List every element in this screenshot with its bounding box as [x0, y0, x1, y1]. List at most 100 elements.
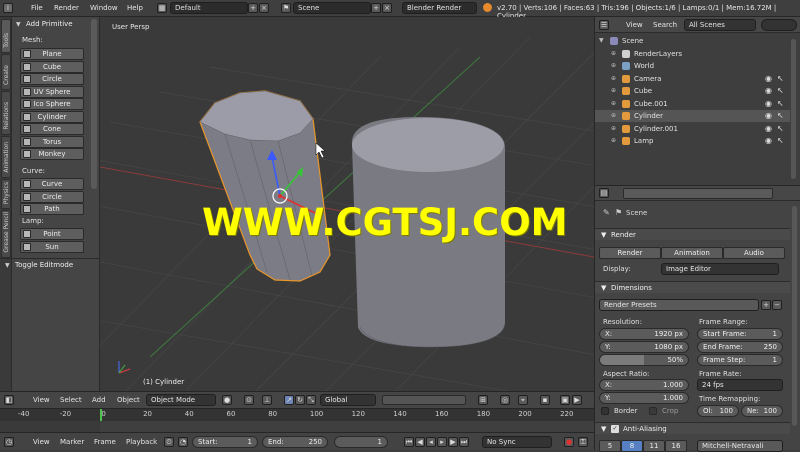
expand-toggle-icon[interactable]: ⊕ — [611, 125, 616, 132]
outliner-item-label[interactable]: Camera — [634, 75, 661, 83]
render-preview-icon[interactable]: ▣ — [560, 395, 570, 405]
render-button[interactable]: Render — [599, 247, 661, 259]
outliner-search-input[interactable] — [761, 19, 797, 31]
tab-animation[interactable]: Animation — [1, 136, 11, 178]
tab-grease-pencil[interactable]: Grease Pencil — [1, 210, 11, 258]
outliner-item-label[interactable]: Cube — [634, 87, 652, 95]
aspect-y-field[interactable]: Y: 1.000 — [599, 392, 689, 404]
resolution-percentage-slider[interactable]: 50% — [599, 354, 689, 366]
add-mesh-button[interactable]: UV Sphere — [20, 85, 84, 98]
tool-shelf-scrollbar[interactable] — [91, 19, 97, 189]
visibility-eye-icon[interactable]: ◉ — [765, 124, 772, 133]
outliner-item-label[interactable]: Cylinder.001 — [634, 125, 678, 133]
properties-scrollbar[interactable] — [792, 206, 797, 426]
outliner-display-mode-select[interactable]: All Scenes — [684, 19, 756, 31]
snap-icon[interactable]: ⌖ — [518, 395, 528, 405]
add-primitive-panel-title[interactable]: Add Primitive — [26, 20, 73, 28]
remove-scene-button[interactable]: × — [382, 3, 392, 13]
aa-sample-button[interactable]: 11 — [643, 440, 665, 452]
scene-field[interactable]: Scene — [293, 2, 371, 14]
add-scene-button[interactable]: + — [371, 3, 381, 13]
menu-help[interactable]: Help — [127, 4, 143, 12]
rotate-manipulator-icon[interactable]: ↻ — [295, 395, 305, 405]
selectability-cursor-icon[interactable]: ↖ — [777, 74, 784, 83]
aa-sample-button[interactable]: 5 — [599, 440, 621, 452]
keying-set-icon[interactable]: ⚿ — [578, 437, 588, 447]
translate-manipulator-icon[interactable]: ↗ — [284, 395, 294, 405]
outliner-row[interactable]: ⊕ Cylinder ◉ ↖ — [595, 110, 790, 122]
timeline-menu-view[interactable]: View — [33, 438, 50, 446]
outliner-row[interactable]: ⊕ Cylinder.001 ◉ ↖ — [595, 123, 790, 135]
frame-step-field[interactable]: Frame Step: 1 — [697, 354, 783, 366]
add-curve-button[interactable]: Curve — [20, 178, 84, 190]
expand-toggle-icon[interactable]: ⊕ — [611, 100, 616, 107]
display-select[interactable]: Image Editor — [661, 263, 779, 275]
expand-toggle-icon[interactable]: ▼ — [599, 37, 604, 44]
outliner-row[interactable]: ⊕ RenderLayers — [595, 48, 790, 60]
add-mesh-button[interactable]: Monkey — [20, 148, 84, 160]
timeline-editor-type-icon[interactable]: ◷ — [4, 437, 14, 447]
viewport-menu-view[interactable]: View — [33, 396, 50, 404]
menu-window[interactable]: Window — [90, 4, 118, 12]
frame-rate-select[interactable]: 24 fps — [697, 379, 783, 391]
menu-file[interactable]: File — [31, 4, 43, 12]
tab-relations[interactable]: Relations — [1, 91, 11, 135]
time-remap-new-field[interactable]: Ne: 100 — [741, 405, 783, 417]
aa-sample-button[interactable]: 16 — [665, 440, 687, 452]
remove-preset-button[interactable]: − — [772, 300, 782, 310]
viewport-menu-add[interactable]: Add — [92, 396, 106, 404]
tab-create[interactable]: Create — [1, 54, 11, 90]
add-curve-button[interactable]: Circle — [20, 190, 84, 203]
add-mesh-button[interactable]: Ico Sphere — [20, 98, 84, 110]
outliner-item-label[interactable]: Scene — [622, 37, 643, 45]
visibility-eye-icon[interactable]: ◉ — [765, 136, 772, 145]
audio-button[interactable]: Audio — [723, 247, 785, 259]
add-mesh-button[interactable]: Plane — [20, 48, 84, 60]
outliner-row[interactable]: ⊕ Cube ◉ ↖ — [595, 85, 790, 97]
expand-toggle-icon[interactable]: ⊕ — [611, 137, 616, 144]
current-frame-field[interactable]: 1 — [334, 436, 388, 448]
tab-tools[interactable]: Tools — [1, 19, 11, 53]
viewport-editor-type-icon[interactable]: ◧ — [4, 395, 14, 405]
outliner-menu-view[interactable]: View — [626, 21, 643, 29]
viewport-menu-object[interactable]: Object — [117, 396, 140, 404]
expand-toggle-icon[interactable]: ⊕ — [611, 62, 616, 69]
outliner-editor-type-icon[interactable]: ☰ — [599, 20, 609, 30]
aspect-x-field[interactable]: X: 1.000 — [599, 379, 689, 391]
outliner-row[interactable]: ⊕ Camera ◉ ↖ — [595, 73, 790, 85]
outliner-item-label[interactable]: Lamp — [634, 137, 653, 145]
anti-aliasing-panel-header[interactable]: ▼ ✓ Anti-Aliasing — [595, 422, 790, 434]
timeline-menu-playback[interactable]: Playback — [126, 438, 157, 446]
outliner-row[interactable]: ⊕ World — [595, 60, 790, 72]
add-mesh-button[interactable]: Torus — [20, 135, 84, 148]
aa-filter-select[interactable]: Mitchell-Netravali — [697, 440, 783, 452]
properties-context-tabs[interactable] — [623, 188, 773, 199]
render-presets-select[interactable]: Render Presets — [599, 299, 759, 311]
crop-checkbox[interactable] — [649, 407, 657, 415]
selectability-cursor-icon[interactable]: ↖ — [777, 111, 784, 120]
snap-element-icon[interactable]: ▪ — [540, 395, 550, 405]
outliner-item-label[interactable]: World — [634, 62, 654, 70]
screen-layout-field[interactable]: Default — [170, 2, 248, 14]
selectability-cursor-icon[interactable]: ↖ — [777, 124, 784, 133]
expand-toggle-icon[interactable]: ⊕ — [611, 87, 616, 94]
add-mesh-button[interactable]: Cube — [20, 60, 84, 73]
expand-toggle-icon[interactable]: ⊕ — [611, 50, 616, 57]
visibility-eye-icon[interactable]: ◉ — [765, 74, 772, 83]
screen-layout-icon[interactable]: ▦ — [157, 3, 167, 13]
viewport-shading-icon[interactable]: ● — [222, 395, 232, 405]
pin-icon[interactable]: ✎ — [603, 208, 610, 217]
selectability-cursor-icon[interactable]: ↖ — [777, 99, 784, 108]
opengl-render-icon[interactable]: ▶ — [572, 395, 582, 405]
play-reverse-icon[interactable]: ◂ — [426, 437, 436, 447]
outliner-menu-search[interactable]: Search — [653, 21, 677, 29]
expand-toggle-icon[interactable]: ⊕ — [611, 112, 616, 119]
selectability-cursor-icon[interactable]: ↖ — [777, 136, 784, 145]
manipulator-toggle-icon[interactable]: ⊥ — [262, 395, 272, 405]
tab-physics[interactable]: Physics — [1, 179, 11, 209]
outliner-item-label[interactable]: RenderLayers — [634, 50, 682, 58]
add-preset-button[interactable]: + — [761, 300, 771, 310]
visibility-eye-icon[interactable]: ◉ — [765, 86, 772, 95]
visibility-eye-icon[interactable]: ◉ — [765, 111, 772, 120]
end-frame-prop-field[interactable]: End Frame: 250 — [697, 341, 783, 353]
